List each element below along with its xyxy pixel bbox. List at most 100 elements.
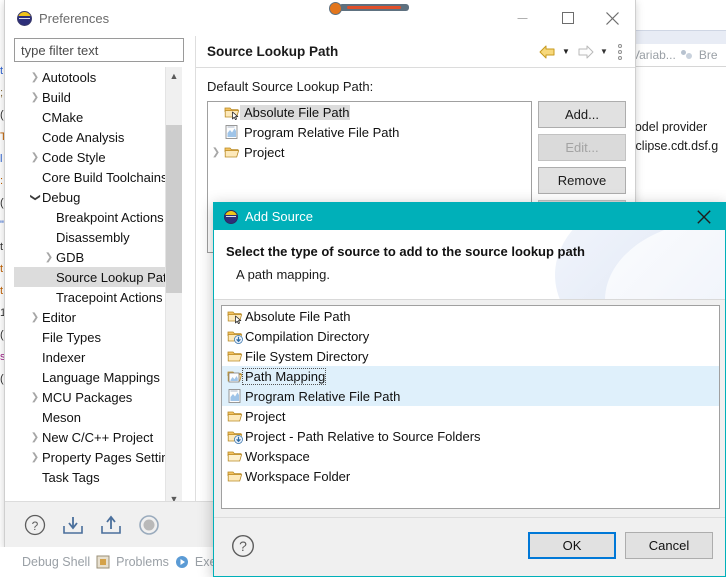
default-source-lookup-label: Default Source Lookup Path: (207, 79, 374, 94)
svg-text:?: ? (239, 538, 247, 554)
sidebar-item-debug[interactable]: ❯ Debug (14, 187, 174, 207)
sidebar-item-label: Code Style (42, 149, 106, 165)
chevron-right-icon[interactable]: ❯ (208, 147, 224, 158)
sidebar-item-cmake[interactable]: CMake (14, 107, 174, 127)
lookup-list-item[interactable]: Program Relative File Path (208, 122, 531, 142)
dialog-description: A path mapping. (236, 267, 330, 282)
sidebar-item-label: MCU Packages (42, 389, 133, 405)
export-icon[interactable] (99, 513, 123, 537)
source-type-list-item-label: Project - Path Relative to Source Folder… (245, 428, 481, 444)
sidebar-item-meson[interactable]: Meson (14, 407, 174, 427)
window-controls (500, 0, 635, 36)
source-type-list-item[interactable]: Absolute File Path (222, 306, 719, 326)
status-item-problems[interactable]: Problems (116, 555, 169, 569)
sidebar-item-mcu-packages[interactable]: ❯ MCU Packages (14, 387, 174, 407)
dialog-title-bar[interactable]: Add Source (214, 203, 725, 230)
sidebar-item-gdb[interactable]: ❯ GDB (14, 247, 174, 267)
project-path-relative-icon (227, 428, 243, 444)
import-icon[interactable] (61, 513, 85, 537)
debug-shell-icon (2, 555, 16, 569)
sidebar-item-new-c-c-project[interactable]: ❯ New C/C++ Project (14, 427, 174, 447)
maximize-button[interactable] (545, 0, 590, 36)
sidebar-item-autotools[interactable]: ❯ Autotools (14, 67, 174, 87)
tree-vertical-scrollbar[interactable]: ▲ ▼ (165, 67, 182, 507)
sidebar-item-code-analysis[interactable]: Code Analysis (14, 127, 174, 147)
sidebar-item-label: Property Pages Settings (42, 449, 183, 465)
breakpoints-icon (680, 50, 694, 60)
sidebar-item-label: Task Tags (42, 469, 100, 485)
minimize-button[interactable] (500, 0, 545, 36)
chevron-right-icon[interactable]: ❯ (28, 432, 42, 443)
chevron-right-icon[interactable]: ❯ (42, 252, 56, 263)
tree-scroll-thumb[interactable] (166, 125, 182, 293)
drag-handle-ornament[interactable] (327, 2, 411, 15)
cancel-button[interactable]: Cancel (625, 532, 713, 559)
sidebar-item-source-lookup-path[interactable]: Source Lookup Path (14, 267, 174, 287)
preferences-tree[interactable]: ❯ Autotools ❯ Build CMake Code Analysis ❯ Code … (14, 67, 190, 507)
sidebar-item-file-types[interactable]: File Types (14, 327, 174, 347)
chevron-right-icon[interactable]: ❯ (28, 392, 42, 403)
remove-button[interactable]: Remove (538, 167, 626, 194)
sidebar-item-label: Autotools (42, 69, 97, 85)
source-type-list-item[interactable]: Workspace Folder (222, 466, 719, 486)
chevron-right-icon[interactable]: ❯ (28, 72, 42, 83)
workspace-folder-icon (227, 468, 243, 484)
sidebar-item-build[interactable]: ❯ Build (14, 87, 174, 107)
chevron-right-icon[interactable]: ❯ (28, 92, 42, 103)
back-history-chevron-down-icon[interactable]: ▼ (559, 42, 573, 62)
back-arrow-icon[interactable] (537, 42, 557, 62)
svg-text:?: ? (32, 519, 39, 533)
sidebar-item-label: File Types (42, 329, 102, 345)
filter-input[interactable]: type filter text (14, 38, 184, 62)
dialog-title-label: Add Source (245, 209, 313, 224)
sidebar-item-breakpoint-actions[interactable]: Breakpoint Actions (14, 207, 174, 227)
restore-defaults-icon[interactable] (137, 513, 161, 537)
source-type-list-item[interactable]: Path Mapping (222, 366, 719, 386)
preferences-title-bar[interactable]: Preferences (5, 0, 635, 36)
lookup-list-item[interactable]: ❯ Project (208, 142, 531, 162)
problems-icon (96, 555, 110, 569)
source-type-list[interactable]: Absolute File Path Compilation Directory F… (221, 305, 720, 509)
forward-history-chevron-down-icon[interactable]: ▼ (597, 42, 611, 62)
lookup-list-item[interactable]: Absolute File Path (208, 102, 531, 122)
vertical-dots-icon[interactable] (613, 42, 627, 62)
source-type-list-item[interactable]: File System Directory (222, 346, 719, 366)
scroll-up-icon[interactable]: ▲ (166, 67, 182, 84)
source-type-list-item[interactable]: Compilation Directory (222, 326, 719, 346)
sidebar-item-language-mappings[interactable]: Language Mappings (14, 367, 174, 387)
status-item-debug-shell[interactable]: Debug Shell (22, 555, 90, 569)
sidebar-item-label: Breakpoint Actions (56, 209, 164, 225)
drag-handle-bar (339, 4, 409, 11)
close-button[interactable] (590, 0, 635, 36)
program-relative-file-path-icon (227, 388, 243, 404)
source-type-list-item[interactable]: Project (222, 406, 719, 426)
program-relative-file-path-icon (224, 124, 240, 140)
source-type-list-item[interactable]: Project - Path Relative to Source Folder… (222, 426, 719, 446)
ok-button[interactable]: OK (528, 532, 616, 559)
help-icon[interactable]: ? (231, 534, 255, 558)
add-button[interactable]: Add... (538, 101, 626, 128)
source-type-list-item-label: Workspace Folder (245, 468, 351, 484)
chevron-right-icon[interactable]: ❯ (28, 312, 42, 323)
add-source-dialog: Add Source Select the type of source to … (213, 202, 726, 577)
sidebar-item-label: CMake (42, 109, 84, 125)
chevron-right-icon[interactable]: ❯ (28, 452, 42, 463)
sidebar-item-core-build-toolchains[interactable]: Core Build Toolchains (14, 167, 174, 187)
sidebar-item-disassembly[interactable]: Disassembly (14, 227, 174, 247)
chevron-down-icon[interactable]: ❯ (30, 190, 41, 204)
sidebar-item-label: GDB (56, 249, 85, 265)
source-type-list-item[interactable]: Workspace (222, 446, 719, 466)
sidebar-item-tracepoint-actions[interactable]: Tracepoint Actions (14, 287, 174, 307)
sidebar-item-editor[interactable]: ❯ Editor (14, 307, 174, 327)
sidebar-item-code-style[interactable]: ❯ Code Style (14, 147, 174, 167)
sidebar-item-property-pages-settings[interactable]: ❯ Property Pages Settings (14, 447, 182, 467)
sidebar-item-indexer[interactable]: Indexer (14, 347, 174, 367)
sidebar-item-task-tags[interactable]: Task Tags (14, 467, 174, 487)
drag-handle-knob[interactable] (329, 2, 342, 15)
workspace-icon (227, 448, 243, 464)
help-icon[interactable]: ? (23, 513, 47, 537)
source-type-list-item-label: Absolute File Path (245, 308, 351, 324)
source-type-list-item[interactable]: Program Relative File Path (222, 386, 719, 406)
dialog-close-button[interactable] (683, 203, 725, 230)
chevron-right-icon[interactable]: ❯ (28, 152, 42, 163)
